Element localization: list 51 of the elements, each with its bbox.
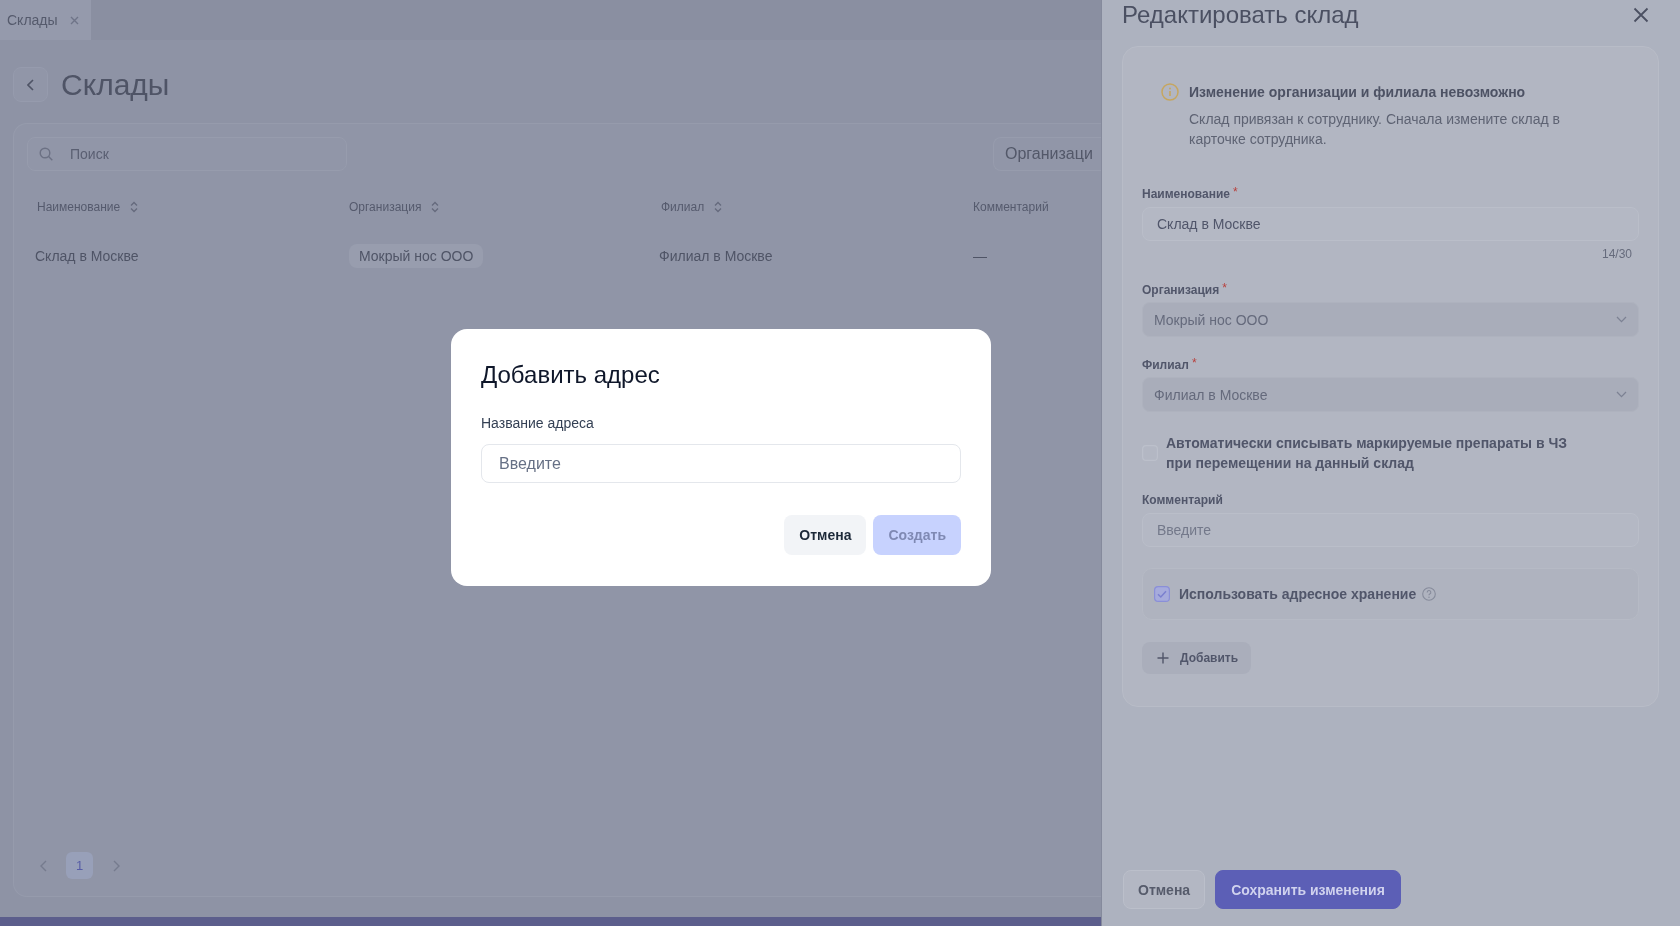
column-header[interactable]: Комментарий [961, 200, 1049, 214]
page-button[interactable]: 1 [66, 852, 93, 879]
dialog-title: Добавить адрес [481, 360, 660, 390]
add-button[interactable]: Добавить [1142, 642, 1252, 674]
table-cell-text: — [972, 248, 987, 264]
field-label: Название адреса [481, 414, 594, 433]
column-header[interactable]: Наименование [25, 200, 139, 214]
cancel-button[interactable]: Отмена [784, 515, 867, 555]
filter-dropdown[interactable]: Организаци [993, 137, 1101, 171]
checkbox-label: Использовать адресное хранение [1179, 586, 1417, 602]
close-button[interactable] [1633, 7, 1649, 23]
close-icon [1633, 7, 1649, 23]
required-mark: * [1233, 186, 1238, 198]
table-cell-text: Филиал в Москве [658, 248, 773, 264]
field-label: Комментарий [1142, 492, 1223, 508]
field-label: Организация [1142, 282, 1220, 298]
plus-icon [1157, 652, 1169, 664]
field-label: Филиал [1142, 357, 1189, 373]
chevron-left-icon [39, 859, 47, 872]
sort-icon [431, 201, 440, 213]
back-button[interactable] [13, 67, 48, 102]
checkbox[interactable] [1154, 586, 1170, 602]
organization-tag: Мокрый нос ООО [349, 244, 484, 268]
table-cell-text: Склад в Москве [34, 248, 139, 264]
save-button[interactable]: Сохранить изменения [1215, 870, 1401, 909]
search-icon [39, 147, 53, 161]
sort-icon [130, 201, 139, 213]
drawer-title: Редактировать склад [1122, 0, 1359, 30]
sort-icon [714, 201, 723, 213]
text-field[interactable]: Склад в Москве [1142, 207, 1639, 241]
field-label: Наименование [1142, 186, 1231, 202]
text-field[interactable]: Введите [1142, 513, 1639, 547]
address-name-field[interactable]: Введите [481, 444, 961, 483]
notice-text: Склад привязан к сотруднику. Сначала измените склад в карточке сотрудника. [1189, 110, 1561, 149]
close-icon[interactable] [69, 15, 79, 25]
cancel-button[interactable]: Отмена [1123, 870, 1206, 909]
column-header[interactable]: Филиал [649, 200, 723, 214]
chevron-left-icon [27, 78, 34, 91]
chevron-down-icon [1616, 391, 1627, 398]
character-counter: 14/30 [1601, 246, 1632, 262]
notice-title: Изменение организации и филиала невозможно [1189, 83, 1527, 102]
help-icon[interactable] [1422, 587, 1437, 601]
info-icon [1161, 83, 1179, 101]
checkbox-label: Автоматически списывать маркируемые препараты в ЧЗ при перемещении на данный склад [1166, 434, 1569, 473]
page-title: Склады [61, 67, 170, 102]
required-mark: * [1222, 282, 1227, 294]
chevron-right-icon [112, 859, 120, 872]
tab[interactable]: Склады [0, 0, 91, 40]
column-header[interactable]: Организация [337, 200, 440, 214]
required-mark: * [1191, 357, 1197, 369]
chevron-down-icon [1616, 316, 1627, 323]
